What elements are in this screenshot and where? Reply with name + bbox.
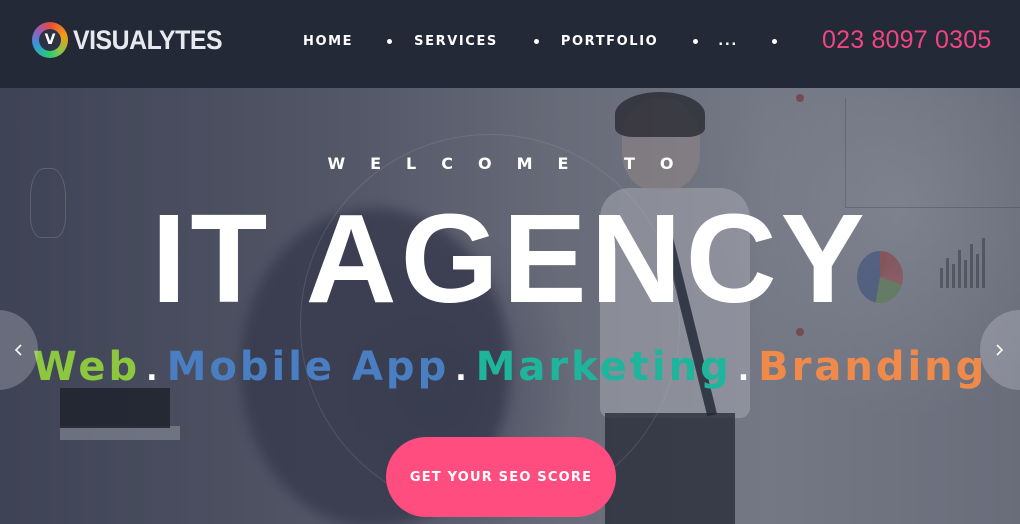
- nav-separator-dot: [771, 38, 777, 44]
- tagline-web: Web: [32, 344, 141, 390]
- main-nav: HOME SERVICES PORTFOLIO ...: [303, 33, 777, 49]
- logo[interactable]: V VISUALYTES: [32, 22, 235, 58]
- hero-welcome-text: WELCOME TO: [327, 154, 699, 173]
- hero-title: IT AGENCY: [151, 188, 869, 329]
- hero-tagline: Web. Mobile App. Marketing. Branding: [0, 344, 1020, 390]
- nav-item-home[interactable]: HOME: [303, 34, 353, 49]
- tagline-branding: Branding: [758, 344, 988, 390]
- logo-mark-icon: V: [32, 22, 68, 58]
- nav-item-portfolio[interactable]: PORTFOLIO: [561, 34, 658, 49]
- logo-text: VISUALYTES: [73, 24, 223, 55]
- tagline-mobile-app: Mobile App: [166, 344, 450, 390]
- nav-item-services[interactable]: SERVICES: [414, 34, 498, 49]
- phone-number[interactable]: 023 8097 0305: [822, 26, 991, 55]
- nav-separator-dot: [533, 38, 539, 44]
- chevron-left-icon: [14, 344, 22, 356]
- tagline-separator: .: [455, 353, 470, 388]
- site-header: V VISUALYTES HOME SERVICES PORTFOLIO ...…: [0, 0, 1020, 88]
- tagline-separator: .: [737, 353, 753, 388]
- nav-separator-dot: [387, 38, 393, 44]
- hero-slider: WELCOME TO IT AGENCY Web. Mobile App. Mark…: [0, 88, 1020, 524]
- chevron-right-icon: [996, 344, 1004, 356]
- nav-item-more[interactable]: ...: [718, 34, 738, 49]
- nav-separator-dot: [693, 38, 699, 44]
- tagline-marketing: Marketing: [475, 344, 732, 390]
- tagline-separator: .: [146, 353, 161, 388]
- logo-mark-letter: V: [39, 29, 61, 51]
- seo-score-button[interactable]: GET YOUR SEO SCORE: [386, 437, 616, 517]
